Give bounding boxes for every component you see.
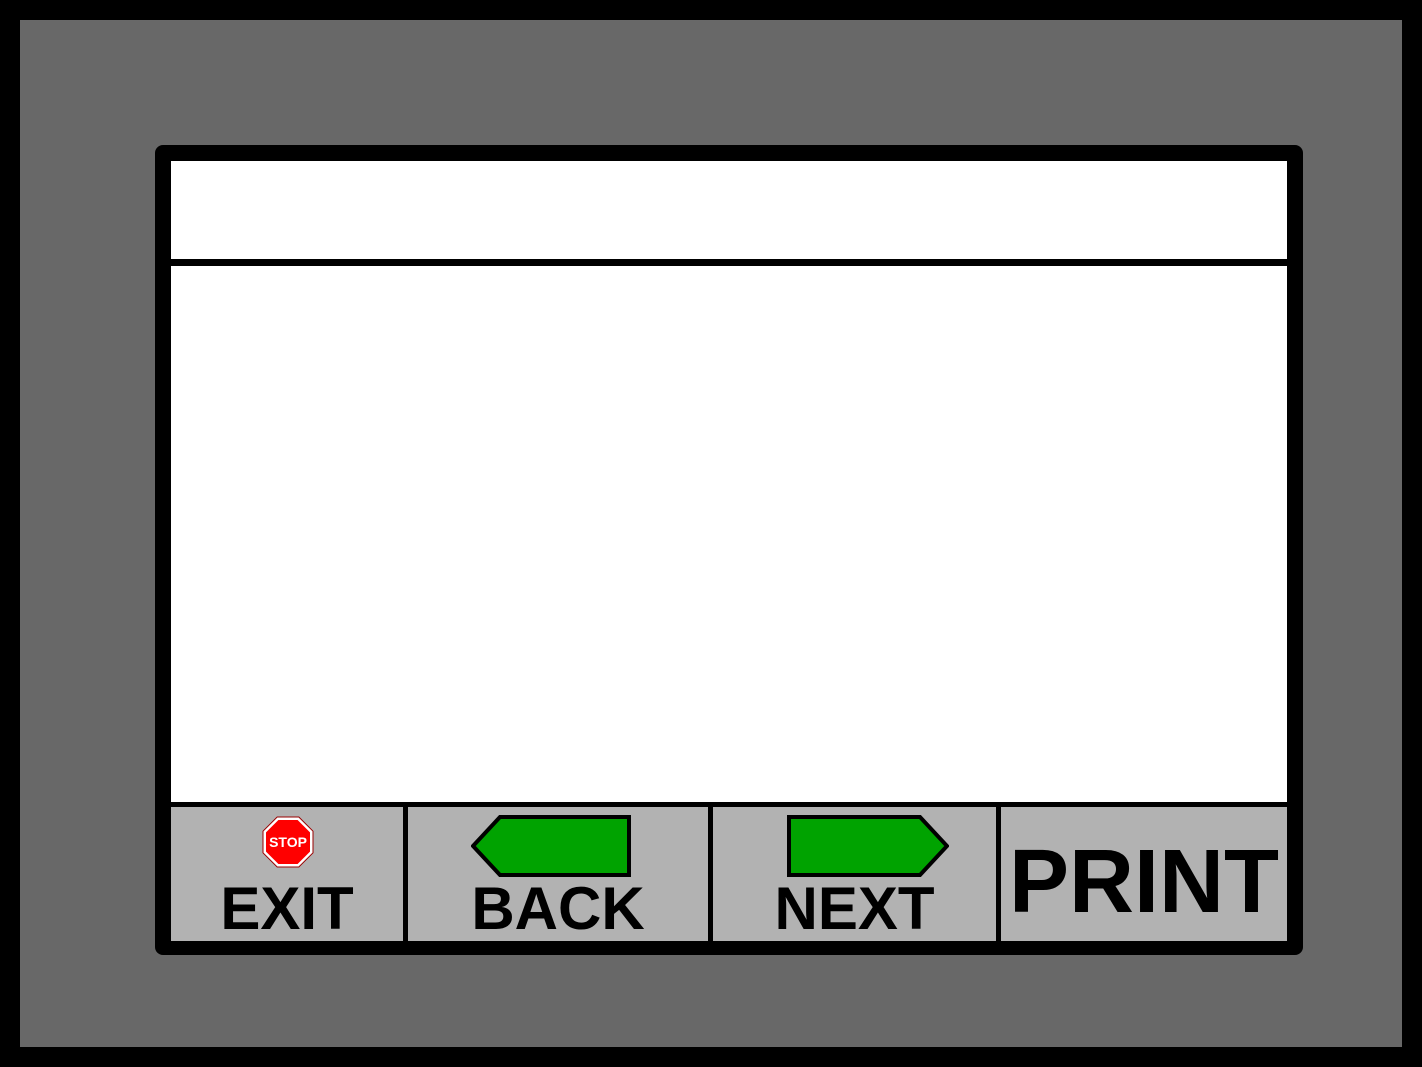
exit-button-label: EXIT <box>220 875 354 942</box>
print-button-label: PRINT <box>1009 832 1279 932</box>
exit-button[interactable]: STOP EXIT <box>171 807 403 941</box>
print-button[interactable]: PRINT <box>1001 807 1287 941</box>
back-button-label: BACK <box>471 875 645 942</box>
screen-content-area <box>171 266 1287 802</box>
left-arrow-icon <box>471 815 631 877</box>
hmi-screen: STOP EXIT BACK NEXT PRINT <box>155 145 1303 955</box>
next-button[interactable]: NEXT <box>713 807 996 941</box>
next-button-label: NEXT <box>774 875 935 942</box>
device-bezel: STOP EXIT BACK NEXT PRINT <box>20 20 1402 1047</box>
right-arrow-icon <box>787 815 949 877</box>
stop-sign-text: STOP <box>269 834 307 850</box>
stop-sign-icon: STOP <box>262 816 314 868</box>
screen-header <box>171 161 1287 259</box>
back-button[interactable]: BACK <box>408 807 708 941</box>
button-bar: STOP EXIT BACK NEXT PRINT <box>171 807 1287 941</box>
